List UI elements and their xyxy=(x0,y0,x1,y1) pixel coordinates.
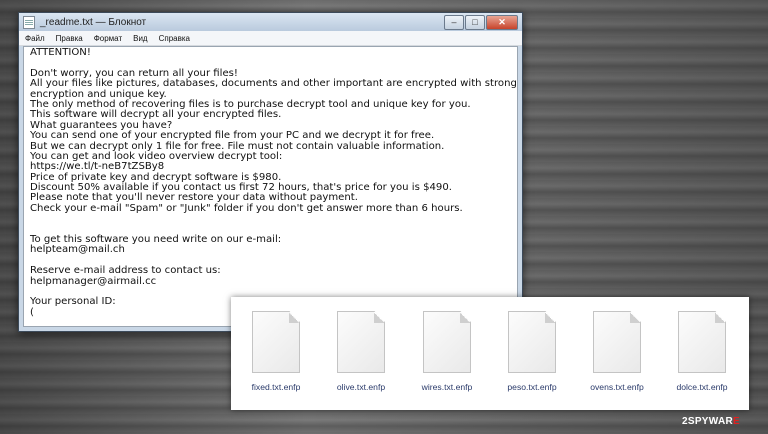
menu-format[interactable]: Формат xyxy=(94,34,122,43)
page-fold xyxy=(289,312,299,323)
file-name: wires.txt.enfp xyxy=(421,382,473,392)
note-line xyxy=(30,214,511,224)
watermark-logo: 2SPYWARE xyxy=(682,416,740,427)
maximize-button[interactable]: □ xyxy=(465,14,485,30)
document-icon xyxy=(508,311,556,373)
document-icon xyxy=(593,311,641,373)
note-line: All your files like pictures, databases,… xyxy=(30,78,518,90)
note-line: You can send one of your encrypted file … xyxy=(30,130,435,142)
file-item[interactable]: dolce.txt.enfp xyxy=(667,311,737,392)
file-name: ovens.txt.enfp xyxy=(590,382,644,392)
page-fold xyxy=(630,312,640,323)
file-item[interactable]: ovens.txt.enfp xyxy=(582,311,652,392)
notepad-window[interactable]: _readme.txt — Блокнот – □ ✕ Файл Правка … xyxy=(18,12,523,332)
page-fold xyxy=(715,312,725,323)
file-name: fixed.txt.enfp xyxy=(251,382,301,392)
menu-bar: Файл Правка Формат Вид Справка xyxy=(19,31,522,46)
file-item[interactable]: peso.txt.enfp xyxy=(497,311,567,392)
document-icon xyxy=(252,311,300,373)
menu-file[interactable]: Файл xyxy=(25,34,45,43)
text-editor[interactable]: ATTENTION! Don't worry, you can return al… xyxy=(23,46,518,327)
file-name: dolce.txt.enfp xyxy=(676,382,728,392)
document-icon xyxy=(678,311,726,373)
menu-view[interactable]: Вид xyxy=(133,34,147,43)
page-fold xyxy=(374,312,384,323)
note-line: helpmanager@airmail.cc xyxy=(30,275,157,287)
file-name: olive.txt.enfp xyxy=(336,382,386,392)
page-fold xyxy=(545,312,555,323)
page-fold xyxy=(460,312,470,323)
minimize-button[interactable]: – xyxy=(444,14,464,30)
document-icon xyxy=(423,311,471,373)
file-name: peso.txt.enfp xyxy=(507,382,557,392)
file-item[interactable]: olive.txt.enfp xyxy=(326,311,396,392)
file-item[interactable]: wires.txt.enfp xyxy=(412,311,482,392)
note-line: ATTENTION! xyxy=(30,47,91,58)
menu-edit[interactable]: Правка xyxy=(56,34,83,43)
file-item[interactable]: fixed.txt.enfp xyxy=(241,311,311,392)
document-icon xyxy=(337,311,385,373)
window-title: _readme.txt — Блокнот xyxy=(40,16,147,28)
close-button[interactable]: ✕ xyxy=(486,14,518,30)
encrypted-files-panel: fixed.txt.enfp olive.txt.enfp wires.txt.en… xyxy=(231,297,749,410)
title-bar[interactable]: _readme.txt — Блокнот – □ ✕ xyxy=(19,13,522,31)
menu-help[interactable]: Справка xyxy=(159,34,190,43)
note-line: Check your e-mail "Spam" or "Junk" folde… xyxy=(30,202,463,214)
notepad-icon xyxy=(23,15,35,29)
note-line: helpteam@mail.ch xyxy=(30,244,125,256)
